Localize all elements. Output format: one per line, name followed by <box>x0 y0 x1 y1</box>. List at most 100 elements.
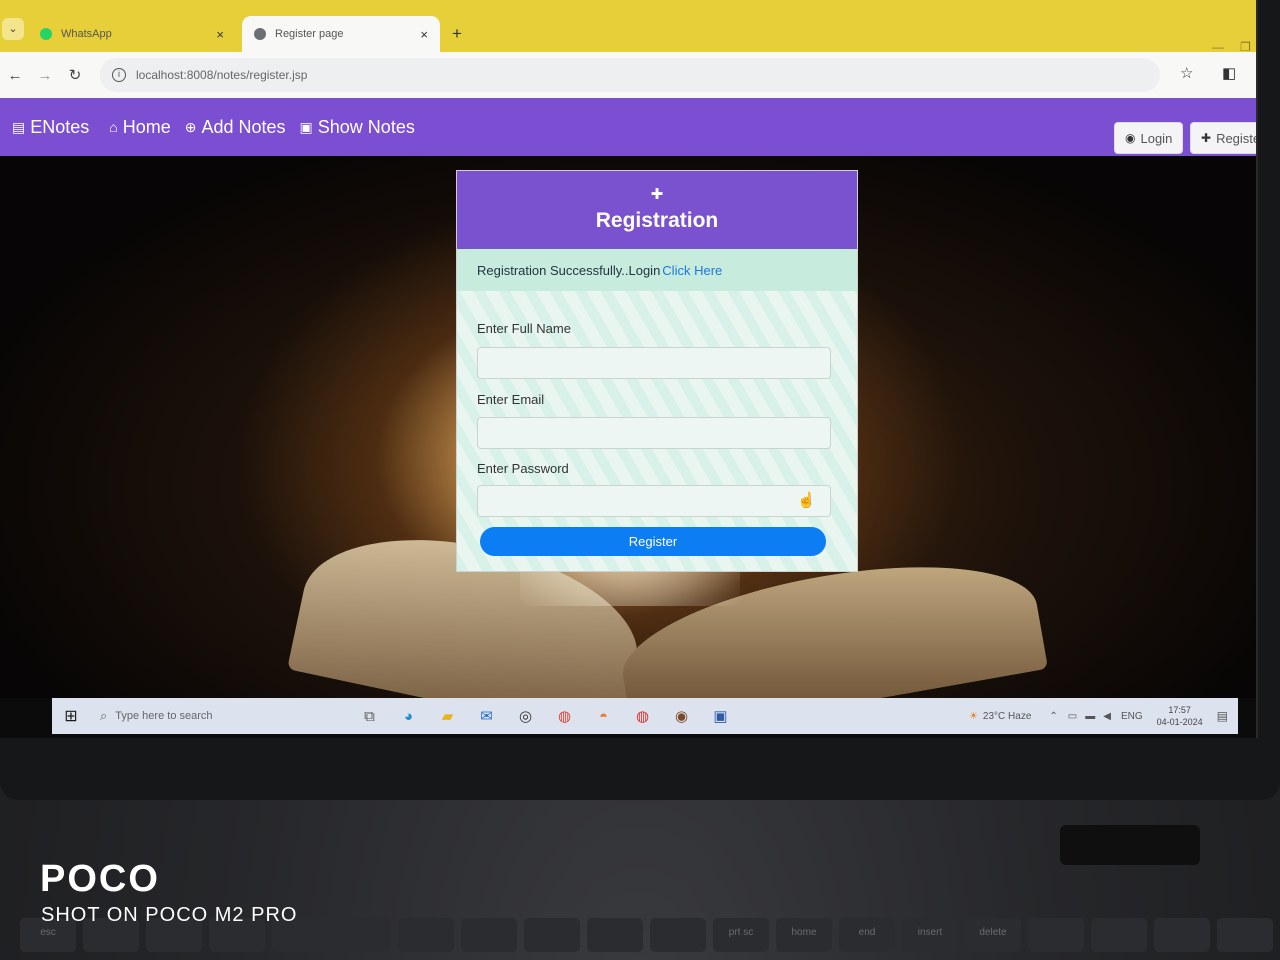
nav-add-notes[interactable]: ⊕ Add Notes <box>185 117 286 138</box>
full-name-label: Enter Full Name <box>477 321 571 336</box>
browser-tabstrip: ⌄ WhatsApp × Register page × + — ❐ <box>0 0 1256 54</box>
system-tray: ☀ 23°C Haze ⌃ ▭ ▬ ◀ ENG 17:57 04-01-2024… <box>969 698 1228 734</box>
keyboard-key <box>524 918 580 952</box>
bookmark-star-icon[interactable]: ☆ <box>1180 64 1193 82</box>
nav-show-notes[interactable]: ▣ Show Notes <box>300 117 415 138</box>
user-circle-icon: ◉ <box>1125 131 1136 145</box>
address-bar[interactable]: i localhost:8008/notes/register.jsp <box>100 58 1160 92</box>
globe-icon <box>254 28 266 40</box>
keyboard-key <box>587 918 643 952</box>
register-label: Register <box>1216 130 1256 146</box>
keyboard-key <box>1028 918 1084 952</box>
mail-icon[interactable]: ✉ <box>467 707 506 725</box>
password-label: Enter Password <box>477 461 569 476</box>
tab-label: Register page <box>275 28 344 40</box>
keyboard-key <box>1154 918 1210 952</box>
password-input[interactable] <box>477 485 831 517</box>
windows-taskbar: ⊞ ⌕ Type here to search ⧉ ◕ ▰ ✉ ◎ ◍ ◓ ◍ … <box>52 698 1238 734</box>
chrome-active-icon[interactable]: ◍ <box>623 707 662 725</box>
keyboard-key <box>1217 918 1273 952</box>
battery-icon[interactable]: ▬ <box>1085 711 1095 722</box>
nav-home[interactable]: ⌂ Home <box>109 117 170 138</box>
edge-icon[interactable]: ◕ <box>389 708 428 725</box>
register-nav-button[interactable]: ✚ Register <box>1190 122 1256 154</box>
volume-icon[interactable]: ◀ <box>1103 711 1111 722</box>
clock-time: 17:57 <box>1168 705 1191 715</box>
camera-watermark-caption: SHOT ON POCO M2 PRO <box>41 904 298 926</box>
brand-name: ENotes <box>30 116 90 137</box>
email-input[interactable] <box>477 417 831 449</box>
notification-icon[interactable]: ▤ <box>1217 709 1228 723</box>
reload-button[interactable]: ↻ <box>60 66 90 84</box>
url-text: localhost:8008/notes/register.jsp <box>136 68 308 82</box>
weather-text[interactable]: 23°C Haze <box>983 711 1031 722</box>
login-label: Login <box>1140 130 1173 146</box>
keyboard-key <box>398 918 454 952</box>
nav-label: Show Notes <box>317 116 415 137</box>
app-icon[interactable]: ◉ <box>662 707 701 725</box>
keyboard-key <box>650 918 706 952</box>
keyboard-key: home <box>776 918 832 952</box>
home-icon: ⌂ <box>109 119 118 135</box>
book-icon: ▣ <box>299 118 313 135</box>
tab-register-page[interactable]: Register page × <box>242 16 440 52</box>
card-header: ✚ Registration <box>457 171 857 249</box>
windows-start-icon[interactable]: ⊞ <box>52 706 90 726</box>
success-alert: Registration Successfully..Login Click H… <box>457 249 857 291</box>
app-navbar: ▤ ENotes ⌂ Home ⊕ Add Notes ▣ Show Notes… <box>0 98 1256 156</box>
clock[interactable]: 17:57 04-01-2024 <box>1157 704 1203 728</box>
alert-text: Registration Successfully..Login <box>477 262 661 278</box>
laptop-bezel: ⌄ WhatsApp × Register page × + — ❐ ← → ↻… <box>0 0 1280 800</box>
chrome-icon[interactable]: ◍ <box>545 707 584 725</box>
tab-whatsapp[interactable]: WhatsApp × <box>28 16 236 52</box>
tab-label: WhatsApp <box>61 28 112 40</box>
login-link[interactable]: Click Here <box>662 263 722 278</box>
notebook-icon: ▤ <box>12 118 26 135</box>
login-button[interactable]: ◉ Login <box>1114 122 1184 154</box>
side-panel-icon[interactable]: ◧ <box>1222 64 1236 82</box>
task-view-icon[interactable]: ⧉ <box>350 708 389 725</box>
clock-date: 04-01-2024 <box>1156 717 1203 727</box>
keyboard-key: end <box>839 918 895 952</box>
search-icon: ⌕ <box>100 708 108 723</box>
tab-close-icon[interactable]: × <box>420 27 428 42</box>
plus-circle-icon: ⊕ <box>184 118 197 135</box>
weather-icon: ☀ <box>968 710 978 722</box>
dell-icon[interactable]: ◎ <box>506 707 545 725</box>
keyboard-key: delete <box>965 918 1021 952</box>
keyboard-key <box>461 918 517 952</box>
email-label: Enter Email <box>477 392 545 407</box>
tray-arrow-icon[interactable]: ⌃ <box>1049 711 1057 722</box>
brand-link[interactable]: ▤ ENotes <box>12 117 89 138</box>
laptop-screen: ⌄ WhatsApp × Register page × + — ❐ ← → ↻… <box>0 0 1258 738</box>
hand-cursor-icon: ☝ <box>797 492 816 509</box>
tab-close-icon[interactable]: × <box>216 27 224 42</box>
tab-search-button[interactable]: ⌄ <box>2 18 24 40</box>
taskbar-search[interactable]: ⌕ Type here to search <box>90 698 350 734</box>
user-plus-icon: ✚ <box>1201 131 1212 145</box>
card-title: Registration <box>595 209 719 232</box>
language-indicator[interactable]: ENG <box>1121 711 1143 722</box>
network-icon[interactable]: ▭ <box>1068 711 1077 722</box>
new-tab-button[interactable]: + <box>452 24 462 44</box>
keyboard-key <box>335 918 391 952</box>
back-button[interactable]: ← <box>0 67 30 84</box>
keyboard-key: prt sc <box>713 918 769 952</box>
registration-card: ✚ Registration Registration Successfully… <box>456 170 858 572</box>
firefox-icon[interactable]: ◓ <box>584 708 623 725</box>
full-name-input[interactable] <box>477 347 831 379</box>
whatsapp-icon <box>40 28 52 40</box>
register-button[interactable]: Register <box>480 527 826 556</box>
laptop-hinge <box>1060 825 1200 865</box>
photo-of-laptop: ⌄ WhatsApp × Register page × + — ❐ ← → ↻… <box>0 0 1280 960</box>
forward-button[interactable]: → <box>30 67 60 84</box>
ide-icon[interactable]: ▣ <box>701 707 740 725</box>
keyboard-key: insert <box>902 918 958 952</box>
nav-label: Home <box>122 116 171 137</box>
search-placeholder: Type here to search <box>115 710 213 722</box>
keyboard-key <box>1091 918 1147 952</box>
user-plus-icon: ✚ <box>650 186 664 203</box>
site-info-icon[interactable]: i <box>112 68 126 82</box>
file-explorer-icon[interactable]: ▰ <box>428 707 467 725</box>
camera-watermark-brand: POCO <box>40 858 160 900</box>
